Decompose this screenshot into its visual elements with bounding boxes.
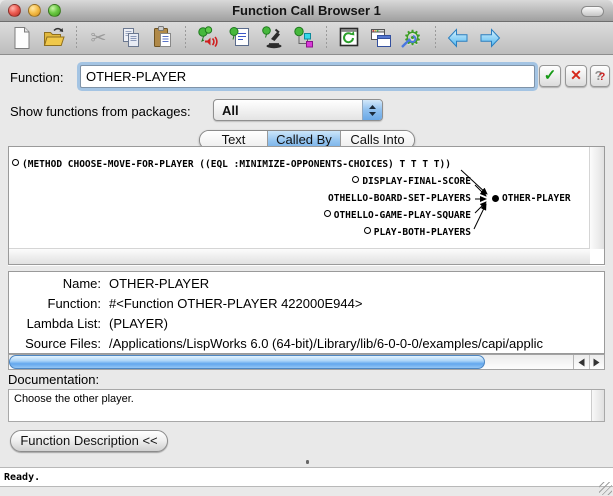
graph-node-othello-game-play-square[interactable]: OTHELLO-GAME-PLAY-SQUARE (323, 210, 471, 222)
toolbar: ✂ ⚙ (0, 22, 613, 55)
detail-row-lambda-list: Lambda List: (PLAYER) (26, 316, 168, 331)
graph-node-othello-board-set-players[interactable]: OTHELLO-BOARD-SET-PLAYERS (328, 193, 471, 205)
inspect-icon (261, 26, 281, 49)
copy-button[interactable] (117, 24, 144, 52)
confirm-button[interactable]: ✓ (539, 65, 561, 87)
expand-circle-icon[interactable] (323, 210, 331, 217)
documentation-pane: Choose the other player. (8, 389, 605, 422)
new-document-icon (14, 27, 29, 49)
open-file-icon (43, 27, 65, 46)
history-back-button[interactable] (444, 24, 471, 52)
back-arrow-icon (447, 28, 467, 48)
inspect-button[interactable] (258, 24, 285, 52)
scissors-icon: ✂ (90, 27, 107, 49)
editors-button[interactable] (226, 24, 253, 52)
object-clipboard-icon (293, 26, 313, 48)
toolbar-separator (326, 26, 327, 50)
graph-node-other-player[interactable]: OTHER-PLAYER (492, 193, 571, 205)
detail-row-source-files: Source Files: /Applications/LispWorks 6.… (25, 336, 544, 351)
graph-node-display-final-score[interactable]: DISPLAY-FINAL-SCORE (352, 176, 471, 188)
toolbar-toggle-button[interactable] (581, 6, 604, 17)
preferences-button[interactable]: ⚙ (399, 24, 426, 52)
function-label: Function: (10, 70, 64, 85)
question-icon: ? (598, 71, 606, 83)
paste-button[interactable] (149, 24, 176, 52)
cut-button[interactable]: ✂ (85, 24, 112, 52)
documentation-label: Documentation: (8, 372, 100, 387)
function-details-pane: Name: OTHER-PLAYER Function: #<Function … (8, 271, 605, 354)
expand-circle-icon[interactable] (12, 159, 19, 166)
graph-vertical-scrollbar[interactable] (589, 147, 604, 249)
scroll-left-button[interactable] (574, 355, 589, 369)
open-file-button[interactable] (40, 24, 67, 52)
toolbar-separator (76, 26, 77, 50)
resize-grip[interactable] (599, 482, 612, 495)
copy-icon (122, 28, 139, 47)
function-input[interactable] (80, 65, 535, 88)
status-bar: Ready. (0, 467, 613, 487)
listeners-button[interactable] (194, 24, 221, 52)
graph-node-method-choose-move-for-player[interactable]: (METHOD CHOOSE-MOVE-FOR-PLAYER ((EQL :MI… (12, 159, 451, 171)
expand-circle-icon[interactable] (352, 176, 360, 183)
refresh-icon (339, 27, 358, 47)
cancel-button[interactable]: ✕ (565, 65, 587, 87)
detail-row-function: Function: #<Function OTHER-PLAYER 422000… (47, 296, 363, 311)
new-document-button[interactable] (8, 24, 35, 52)
gear-icon: ⚙ (403, 26, 422, 50)
paste-icon (153, 26, 171, 47)
history-forward-button[interactable] (476, 24, 503, 52)
window-title: Function Call Browser 1 (232, 3, 381, 18)
scroll-right-button[interactable] (588, 355, 605, 369)
graph-horizontal-scrollbar[interactable] (9, 248, 590, 264)
refresh-button[interactable] (335, 24, 362, 52)
scrollbar-arrows (573, 355, 604, 369)
mouse-cursor-artifact (306, 460, 309, 464)
cross-icon: ✕ (570, 67, 582, 83)
detail-row-name: Name: OTHER-PLAYER (62, 276, 210, 291)
toolbar-separator (185, 26, 186, 50)
toolbar-separator (435, 26, 436, 50)
status-text: Ready. (4, 472, 41, 483)
details-horizontal-scrollbar[interactable] (8, 354, 605, 370)
call-graph-pane: (METHOD CHOOSE-MOVE-FOR-PLAYER ((EQL :MI… (8, 146, 605, 265)
listeners-icon (197, 26, 218, 48)
node-dot-icon (492, 195, 499, 202)
clone-window-icon (370, 29, 391, 47)
packages-dropdown[interactable]: All (213, 99, 383, 121)
forward-arrow-icon (480, 28, 500, 48)
editors-icon (229, 27, 249, 46)
expand-circle-icon[interactable] (363, 227, 371, 234)
scrollbar-thumb[interactable] (9, 355, 485, 369)
graph-node-play-both-players[interactable]: PLAY-BOTH-PLAYERS (363, 227, 471, 239)
function-description-button[interactable]: Function Description << (10, 430, 168, 452)
title-bar[interactable]: Function Call Browser 1 (0, 0, 613, 22)
documentation-scrollbar[interactable] (591, 390, 604, 421)
help-button[interactable]: ?? (590, 65, 610, 87)
packages-dropdown-value: All (222, 103, 239, 118)
dropdown-stepper-icon (362, 100, 382, 120)
object-clipboard-button[interactable] (290, 24, 317, 52)
packages-label: Show functions from packages: (10, 104, 191, 119)
check-icon: ✓ (543, 67, 557, 84)
function-call-browser-window: Function Call Browser 1 ✂ ⚙ Function: OT… (0, 0, 613, 496)
clone-window-button[interactable] (367, 24, 394, 52)
documentation-text: Choose the other player. (14, 393, 134, 405)
